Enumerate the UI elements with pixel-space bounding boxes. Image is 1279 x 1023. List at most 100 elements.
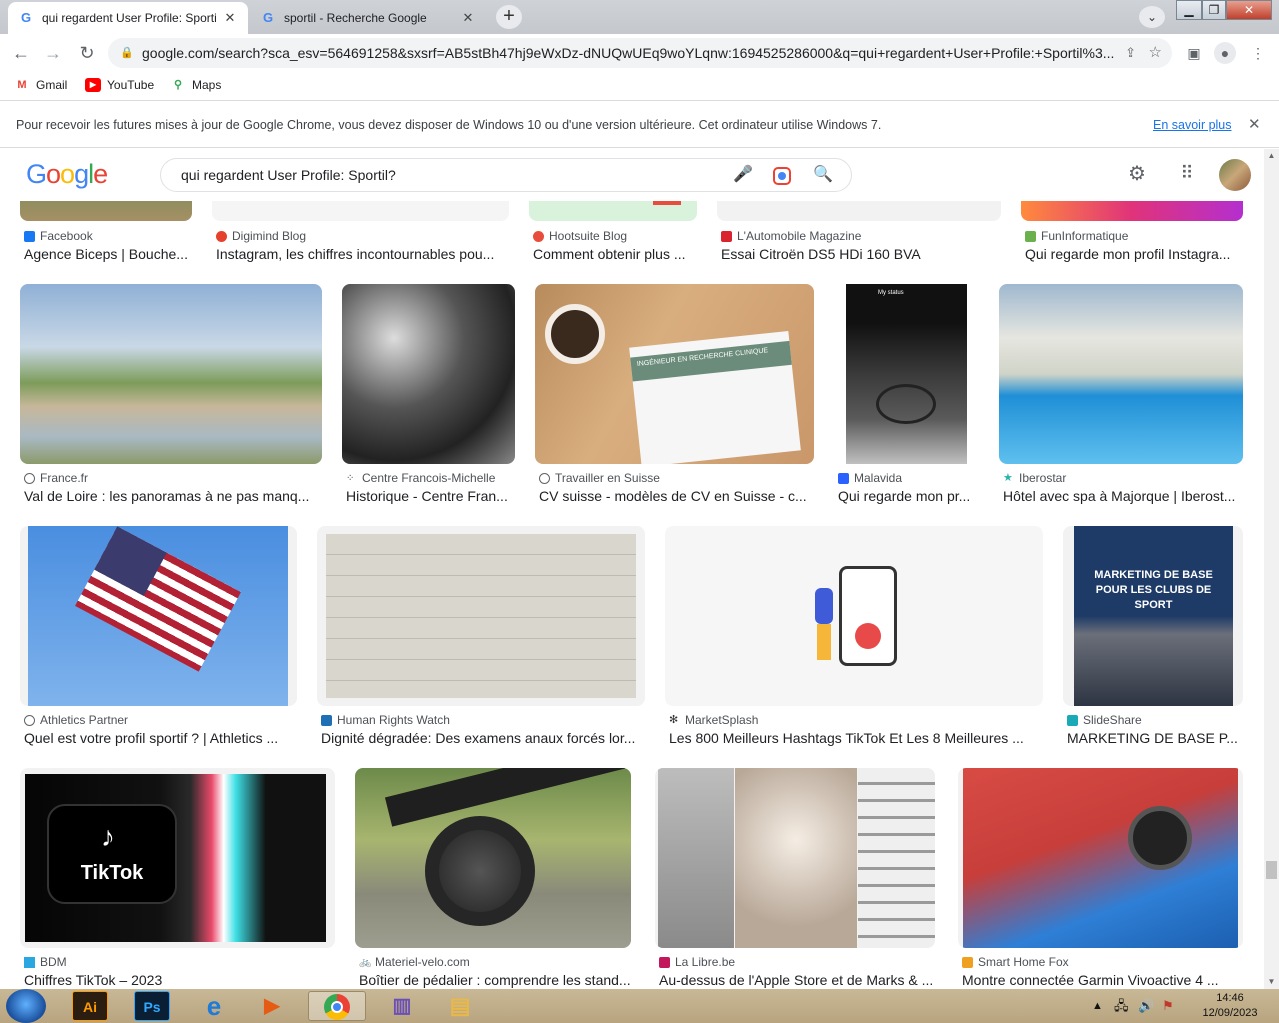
result-card[interactable]: La Libre.be Au-dessus de l'Apple Store e… — [655, 768, 935, 989]
result-card[interactable]: ✻ MarketSplash Les 800 Meilleurs Hashtags… — [665, 526, 1043, 756]
bookmark-gmail[interactable]: M Gmail — [14, 78, 67, 92]
avatar[interactable] — [1219, 159, 1251, 191]
result-title[interactable]: Dignité dégradée: Des examens anaux forc… — [321, 730, 645, 746]
result-title[interactable]: Comment obtenir plus ... — [533, 246, 697, 262]
result-card[interactable]: MARKETING DE BASE POUR LES CLUBS DE SPOR… — [1063, 526, 1243, 756]
result-title[interactable]: Val de Loire : les panoramas à ne pas ma… — [24, 488, 322, 504]
result-image[interactable] — [999, 284, 1243, 464]
result-title[interactable]: Qui regarde mon profil Instagra... — [1025, 246, 1243, 262]
result-card[interactable]: ★ Iberostar Hôtel avec spa à Majorque | I… — [999, 284, 1243, 514]
result-title[interactable]: Essai Citroën DS5 HDi 160 BVA — [721, 246, 1001, 262]
chrome-taskbar-button[interactable] — [308, 991, 366, 1021]
close-window-button[interactable]: ✕ — [1226, 0, 1272, 20]
tab-active[interactable]: G qui regardent User Profile: Sporti ✕ — [8, 2, 248, 34]
microphone-icon[interactable]: 🎤 — [733, 159, 753, 191]
apps-grid-icon[interactable]: ⠿ — [1177, 163, 1197, 183]
result-title[interactable]: Agence Biceps | Bouche... — [24, 246, 192, 262]
result-image[interactable] — [20, 526, 297, 706]
slideshare-icon — [1067, 714, 1078, 726]
profile-icon[interactable]: ● — [1214, 42, 1236, 64]
file-explorer-icon[interactable]: ▤ — [436, 991, 484, 1021]
search-icon[interactable]: 🔍 — [813, 159, 833, 191]
result-title[interactable]: Boîtier de pédalier : comprendre les sta… — [359, 972, 631, 988]
close-tab-icon[interactable]: ✕ — [222, 10, 238, 26]
illustrator-icon[interactable]: Ai — [72, 991, 108, 1021]
address-bar[interactable]: 🔒 google.com/search?sca_esv=564691258&sx… — [108, 38, 1172, 68]
network-icon[interactable]: 🖧 — [1114, 989, 1129, 1023]
result-image[interactable] — [655, 768, 935, 948]
settings-gear-icon[interactable]: ⚙ — [1126, 163, 1148, 185]
result-source: FunInformatique — [1025, 229, 1128, 243]
search-input[interactable]: qui regardent User Profile: Sportil? 🎤 🔍 — [160, 158, 852, 192]
winrar-icon[interactable]: ▥ — [378, 991, 426, 1021]
maximize-button[interactable]: ❐ — [1202, 0, 1226, 20]
result-image[interactable]: MARKETING DE BASE POUR LES CLUBS DE SPOR… — [1063, 526, 1243, 706]
close-icon[interactable]: ✕ — [1248, 101, 1261, 149]
result-card[interactable]: France.fr Val de Loire : les panoramas à… — [20, 284, 322, 514]
media-player-icon[interactable]: ▶ — [248, 991, 296, 1021]
result-card[interactable]: ⁘ Centre Francois-Michelle Historique - C… — [342, 284, 515, 514]
result-image[interactable]: INGÉNIEUR EN RECHERCHE CLINIQUE — [535, 284, 814, 464]
result-title[interactable]: Les 800 Meilleurs Hashtags TikTok Et Les… — [669, 730, 1043, 746]
new-tab-button[interactable]: + — [496, 5, 522, 29]
result-image[interactable] — [317, 526, 645, 706]
result-card[interactable]: Smart Home Fox Montre connectée Garmin V… — [958, 768, 1243, 989]
result-image[interactable]: My status — [834, 284, 979, 464]
result-title[interactable]: Instagram, les chiffres incontournables … — [216, 246, 509, 262]
result-title[interactable]: Montre connectée Garmin Vivoactive 4 ... — [962, 972, 1243, 988]
menu-kebab-icon[interactable]: ⋮ — [1247, 42, 1269, 64]
close-tab-icon[interactable]: ✕ — [460, 10, 476, 26]
result-card[interactable]: INGÉNIEUR EN RECHERCHE CLINIQUE Travaill… — [535, 284, 814, 514]
tab-inactive[interactable]: G sportil - Recherche Google ✕ — [250, 2, 486, 34]
share-icon[interactable]: ⇪ — [1125, 38, 1136, 68]
learn-more-link[interactable]: En savoir plus — [1153, 101, 1232, 149]
result-title[interactable]: CV suisse - modèles de CV en Suisse - c.… — [539, 488, 814, 504]
start-button[interactable] — [6, 989, 46, 1023]
minimize-button[interactable]: ▁ — [1176, 0, 1202, 20]
result-card[interactable]: TikTok ♪ BDM Chiffres TikTok – 2023 — [20, 768, 335, 989]
result-image[interactable] — [342, 284, 515, 464]
result-image[interactable] — [20, 284, 322, 464]
result-image[interactable] — [355, 768, 631, 948]
result-title[interactable]: Chiffres TikTok – 2023 — [24, 972, 335, 988]
result-title[interactable]: MARKETING DE BASE P... — [1067, 730, 1243, 746]
tray-expand-icon[interactable]: ▲ — [1092, 989, 1103, 1023]
result-title[interactable]: Au-dessus de l'Apple Store et de Marks &… — [659, 972, 935, 988]
result-card[interactable]: My status Malavida Qui regarde mon pr... — [834, 284, 979, 514]
google-lens-icon[interactable] — [773, 167, 791, 185]
result-card[interactable]: 🚲 Materiel-velo.com Boîtier de pédalier :… — [355, 768, 631, 989]
back-arrow-icon[interactable]: ← — [8, 40, 34, 66]
google-logo[interactable]: Google — [26, 159, 108, 190]
result-image[interactable] — [958, 768, 1243, 948]
volume-icon[interactable]: 🔊 — [1138, 989, 1154, 1023]
result-title[interactable]: Quel est votre profil sportif ? | Athlet… — [24, 730, 297, 746]
scrollbar-thumb[interactable] — [1266, 861, 1277, 879]
tab-strip: G qui regardent User Profile: Sporti ✕ G… — [0, 0, 1279, 34]
lalibre-icon — [659, 956, 670, 968]
reload-icon[interactable]: ↻ — [74, 40, 100, 66]
tab-search-chevron-icon[interactable]: ⌄ — [1139, 6, 1165, 28]
bookmark-youtube[interactable]: ▶ YouTube — [85, 78, 154, 92]
result-source: ⁘ Centre Francois-Michelle — [346, 471, 496, 485]
result-image[interactable] — [665, 526, 1043, 706]
bookmark-maps[interactable]: ⚲ Maps — [170, 78, 221, 92]
result-source: BDM — [24, 955, 67, 969]
taskbar-clock[interactable]: 14:46 12/09/2023 — [1194, 991, 1266, 1021]
bookmark-star-icon[interactable]: ☆ — [1149, 38, 1162, 68]
result-title[interactable]: Qui regarde mon pr... — [838, 488, 979, 504]
photoshop-icon[interactable]: Ps — [134, 991, 170, 1021]
result-image[interactable]: TikTok ♪ — [20, 768, 335, 948]
forward-arrow-icon[interactable]: → — [40, 40, 66, 66]
result-card[interactable]: Human Rights Watch Dignité dégradée: Des… — [317, 526, 645, 756]
result-title[interactable]: Historique - Centre Fran... — [346, 488, 515, 504]
malavida-icon — [838, 472, 849, 484]
result-card[interactable]: Athletics Partner Quel est votre profil … — [20, 526, 297, 756]
action-center-flag-icon[interactable]: ⚑ — [1162, 989, 1174, 1023]
scroll-up-icon[interactable]: ▲ — [1264, 149, 1279, 163]
page-scrollbar[interactable]: ▲ ▼ — [1264, 149, 1279, 989]
side-panel-icon[interactable]: ▣ — [1183, 42, 1205, 64]
bookmark-label: YouTube — [107, 78, 155, 92]
result-title[interactable]: Hôtel avec spa à Majorque | Iberost... — [1003, 488, 1243, 504]
scroll-down-icon[interactable]: ▼ — [1264, 975, 1279, 989]
internet-explorer-icon[interactable]: e — [190, 991, 238, 1021]
